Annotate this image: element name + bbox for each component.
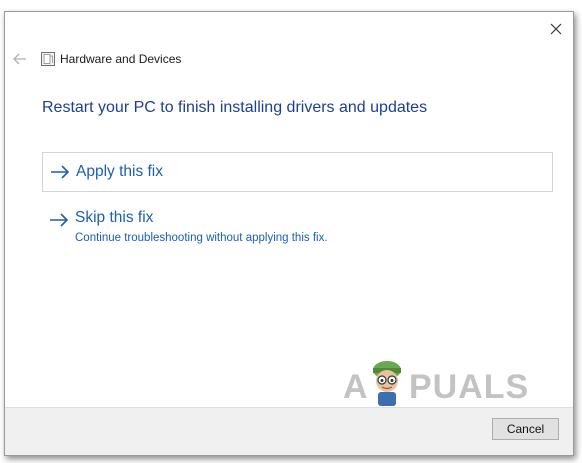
apply-fix-label: Apply this fix <box>76 163 164 180</box>
skip-fix-label: Skip this fix <box>75 209 154 226</box>
close-icon <box>550 23 562 35</box>
back-button[interactable] <box>11 50 29 68</box>
troubleshooter-window: Hardware and Devices Restart your PC to … <box>4 11 574 456</box>
right-arrow-icon <box>47 210 71 230</box>
skip-fix-description: Continue troubleshooting without applyin… <box>75 232 328 244</box>
window-title: Hardware and Devices <box>60 52 182 66</box>
window-header: Hardware and Devices <box>11 50 181 68</box>
skip-fix-option[interactable]: Skip this fix Continue troubleshooting w… <box>42 208 442 256</box>
close-button[interactable] <box>541 14 571 44</box>
page-heading: Restart your PC to finish installing dri… <box>42 99 428 116</box>
mascot-logo <box>373 361 401 406</box>
cancel-button[interactable]: Cancel <box>492 418 559 440</box>
apply-fix-option[interactable]: Apply this fix <box>42 152 553 192</box>
back-arrow-icon <box>13 53 26 65</box>
dialog-footer: Cancel <box>5 407 573 455</box>
right-arrow-icon <box>48 162 72 182</box>
troubleshooter-icon <box>40 51 56 67</box>
watermark-text-left: A <box>343 368 369 406</box>
appuals-watermark: A PUALS <box>343 352 533 414</box>
watermark-text-right: PUALS <box>409 368 530 406</box>
